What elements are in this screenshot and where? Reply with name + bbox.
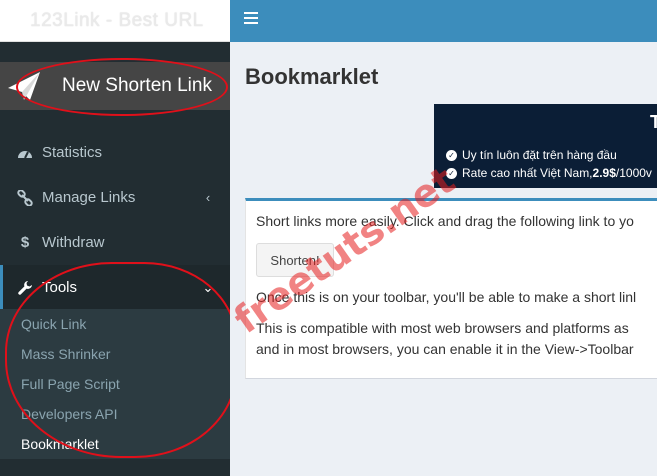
check-circle-icon: ✓ [446,149,457,161]
sidebar-item-label: Statistics [42,144,103,161]
sidebar-item-label: Tools [42,279,78,296]
chevron-left-icon[interactable]: ‹ [202,190,214,205]
submenu-item-quick-link[interactable]: Quick Link [0,309,230,339]
logo[interactable]: 123Link - Best URL [0,0,230,42]
submenu-item-full-page-script[interactable]: Full Page Script [0,369,230,399]
top-navbar [230,0,657,42]
sidebar-bottom [0,459,230,476]
banner-line-2: ✓ Rate cao nhất Việt Nam, 2.9$/1000v [446,166,652,180]
chevron-down-icon[interactable]: ⌄ [202,280,214,295]
page-title: Bookmarklet [245,64,379,89]
submenu-item-bookmarklet[interactable]: Bookmarklet [0,429,230,459]
wrench-icon [17,280,33,296]
logo-text[interactable]: 123Link - Best URL [30,10,204,32]
banner-title: T [650,112,657,132]
menu-toggle-icon[interactable] [244,12,258,24]
ad-banner[interactable]: T ✓ Uy tín luôn đặt trên hàng đầu ✓ Rate… [434,104,657,188]
check-circle-icon: ✓ [446,167,457,179]
sidebar: 123Link - Best URL New Shorten Link Stat… [0,0,230,476]
new-shorten-link-button[interactable]: New Shorten Link [0,62,230,110]
paper-plane-icon [8,72,40,100]
sidebar-item-label: Manage Links [42,189,136,206]
banner-line-1: ✓ Uy tín luôn đặt trên hàng đầu [446,148,617,162]
sidebar-item-manage-links[interactable]: Manage Links ‹ [0,175,230,220]
sidebar-item-tools[interactable]: Tools ⌄ [0,265,230,310]
submenu-item-developers-api[interactable]: Developers API [0,399,230,429]
new-shorten-link-label: New Shorten Link [62,75,212,96]
sidebar-item-statistics[interactable]: Statistics [0,130,230,175]
compatibility-text-2: and in most browsers, you can enable it … [256,341,634,357]
submenu-item-mass-shrinker[interactable]: Mass Shrinker [0,339,230,369]
dollar-icon: $ [20,234,30,251]
tools-submenu: Quick Link Mass Shrinker Full Page Scrip… [0,309,230,459]
instruction-text: Short links more easily. Click and drag … [256,213,634,229]
shorten-bookmarklet-button[interactable]: Shorten! [256,243,334,277]
toolbar-info-text: Once this is on your toolbar, you'll be … [256,289,637,305]
link-icon [17,189,33,206]
compatibility-text: This is compatible with most web browser… [256,320,629,336]
bookmarklet-box: Short links more easily. Click and drag … [245,198,657,379]
sidebar-item-withdraw[interactable]: $ Withdraw [0,220,230,265]
dashboard-icon [17,145,33,161]
sidebar-item-label: Withdraw [42,234,105,251]
sidebar-menu: Statistics Manage Links ‹ $ Withdraw Too… [0,130,230,310]
